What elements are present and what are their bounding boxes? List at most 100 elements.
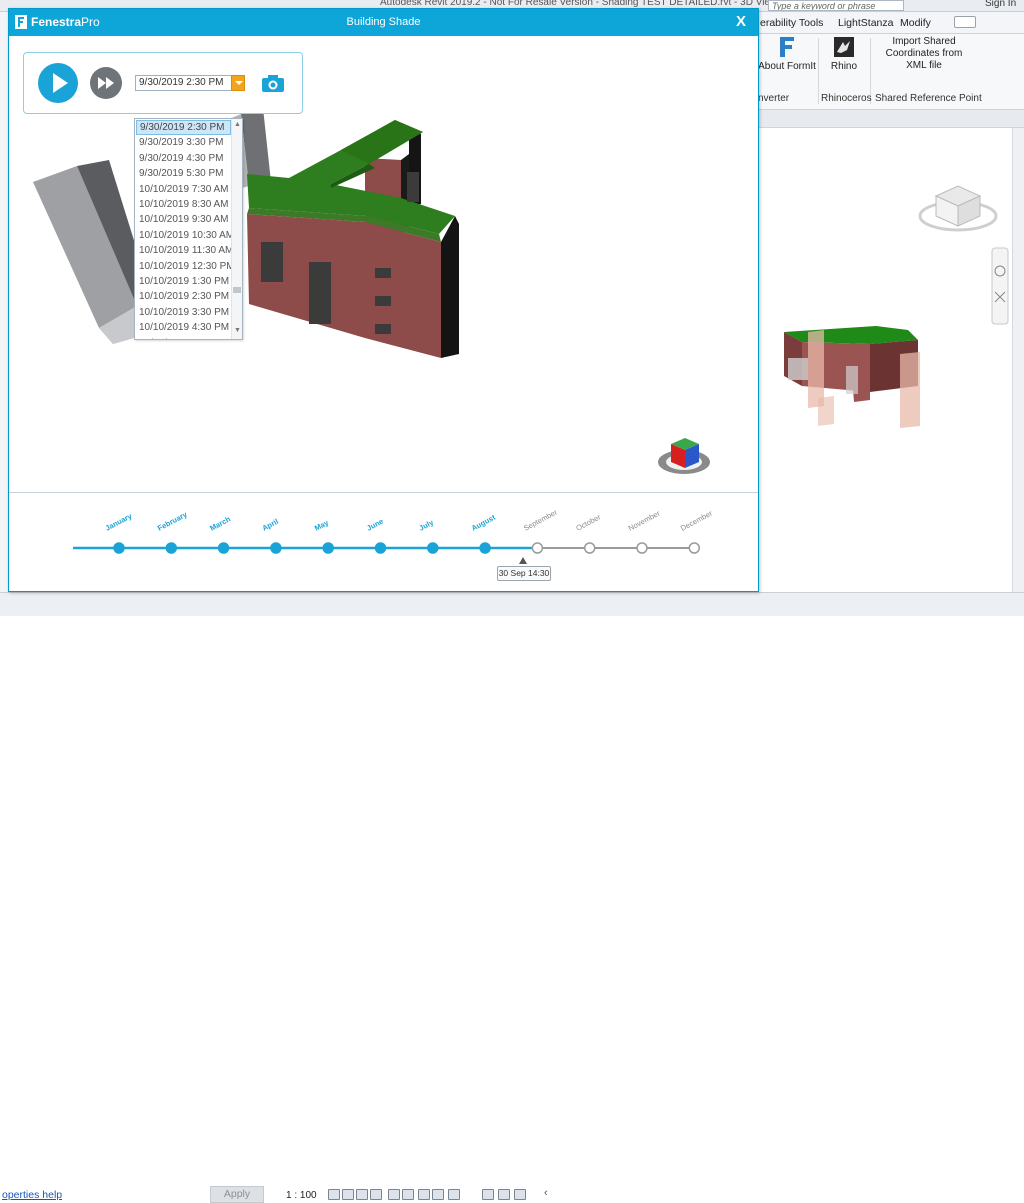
dropdown-option[interactable]: 9/30/2019 4:30 PM (136, 151, 231, 166)
window (375, 296, 391, 306)
timeline-month-label: August (470, 512, 497, 532)
revit-3d-viewport[interactable] (758, 130, 1012, 592)
timeline-month-node[interactable] (217, 542, 230, 554)
timeline-month-label: November (627, 508, 662, 532)
import-shared-coordinates-button[interactable]: Import Shared Coordinates from XML file (876, 36, 972, 72)
datetime-dropdown-list[interactable]: 9/30/2019 2:30 PM 9/30/2019 3:30 PM 9/30/2… (134, 118, 243, 340)
timeline-month-node[interactable] (374, 542, 387, 554)
dropdown-option[interactable]: 10/10/2019 2:30 PM (136, 289, 231, 304)
playback-control-panel: 9/30/2019 2:30 PM (23, 52, 303, 114)
timeline-month-node[interactable] (427, 542, 439, 554)
close-button[interactable]: X (731, 12, 751, 32)
timeline-month-node[interactable] (531, 542, 544, 554)
timeline-month-label: April (261, 517, 280, 533)
view-scale-label[interactable]: 1 : 100 (286, 1190, 317, 1201)
dialog-titlebar[interactable]: FenestraPro Building Shade X (9, 9, 758, 36)
contextual-dropdown-icon[interactable] (954, 16, 976, 28)
dropdown-option[interactable]: 9/30/2019 3:30 PM (136, 135, 231, 150)
reveal-hidden-icon[interactable] (482, 1189, 494, 1200)
dropdown-option[interactable]: 10/10/2019 1:30 PM (136, 274, 231, 289)
dropdown-option[interactable]: 10/10/2019 11:30 AM (136, 243, 233, 258)
dialog-title: Building Shade (346, 16, 421, 28)
window (261, 242, 283, 282)
revit-search-input[interactable]: Type a keyword or phrase (768, 0, 904, 11)
orientation-cube-icon[interactable] (658, 438, 710, 474)
dropdown-option[interactable]: 10/10/2019 3:30 PM (136, 305, 231, 320)
render-icon[interactable] (388, 1189, 400, 1200)
timeline-month-label: March (208, 514, 232, 533)
chevron-down-icon[interactable] (231, 75, 245, 91)
tab-interoperability-tools[interactable]: erability Tools (760, 17, 823, 29)
view-cube-icon[interactable] (918, 185, 998, 232)
dropdown-option[interactable]: 10/10/2019 4:30 PM (136, 320, 231, 335)
apply-button[interactable]: Apply (210, 1186, 264, 1203)
panel-converter-label: nverter (758, 93, 790, 104)
properties-help-link[interactable]: operties help (2, 1189, 62, 1201)
timeline-month-node[interactable] (636, 542, 648, 554)
panel-rhinoceros-label: Rhinoceros (821, 93, 872, 104)
timeline-tooltip: 30 Sep 14:30 (497, 566, 551, 581)
dropdown-scroll-thumb[interactable] (233, 287, 241, 293)
revit-window-title: Autodesk Revit 2019.2 - Not For Resale V… (380, 0, 803, 8)
sign-in-link[interactable]: Sign In (985, 0, 1016, 9)
lock-view-icon[interactable] (432, 1189, 444, 1200)
timeline-month-label: May (313, 518, 331, 533)
shadows-icon[interactable] (370, 1189, 382, 1200)
tab-modify[interactable]: Modify (900, 17, 931, 29)
revit-3d-view (784, 185, 1009, 428)
timeline-marker-caret (519, 557, 527, 564)
show-crop-icon[interactable] (418, 1189, 430, 1200)
timeline-track: January February March April May June July Augu… (73, 507, 714, 554)
chevron-up-icon[interactable]: ▲ (234, 121, 241, 128)
timeline-month-label: December (679, 508, 714, 532)
dropdown-option[interactable]: 10/10/2019 5:30 PM (136, 336, 231, 339)
play-button[interactable] (38, 63, 78, 103)
analytical-model-icon[interactable] (498, 1189, 510, 1200)
rhino-label: Rhino (830, 61, 858, 72)
timeline-month-label: October (574, 512, 602, 533)
dropdown-option[interactable]: 9/30/2019 5:30 PM (136, 166, 231, 181)
dropdown-option[interactable]: 10/10/2019 8:30 AM (136, 197, 231, 212)
dropdown-scrollbar[interactable]: ▲ ▼ (231, 119, 242, 339)
camera-button[interactable] (261, 73, 285, 93)
temp-hide-icon[interactable] (448, 1189, 460, 1200)
shade-building-model (247, 120, 459, 358)
building-shade-dialog: FenestraPro Building Shade X 9/30/2019 2… (8, 8, 759, 592)
chevron-left-icon[interactable]: ‹ (544, 1187, 548, 1199)
timeline-month-node[interactable] (113, 542, 125, 554)
dropdown-option[interactable]: 9/30/2019 2:30 PM (136, 120, 231, 135)
window (309, 262, 331, 324)
chevron-down-icon[interactable]: ▼ (234, 327, 241, 334)
datetime-select[interactable]: 9/30/2019 2:30 PM (135, 75, 245, 91)
dropdown-option[interactable]: 10/10/2019 12:30 PM (136, 259, 235, 274)
highlight-displacement-icon[interactable] (514, 1189, 526, 1200)
crop-view-icon[interactable] (402, 1189, 414, 1200)
timeline-month-node[interactable] (688, 542, 701, 554)
revit-vertical-scrollbar[interactable] (1012, 128, 1024, 594)
revit-building-model (784, 326, 920, 428)
timeline-month-node[interactable] (322, 542, 334, 554)
timeline-month-node[interactable] (270, 542, 282, 554)
tab-lightstanza[interactable]: LightStanza (838, 17, 893, 29)
panel-divider (818, 38, 819, 104)
revit-view-tabs (758, 110, 1024, 128)
visual-style-icon[interactable] (342, 1189, 354, 1200)
navigation-bar[interactable] (991, 247, 1009, 325)
timeline-month-node[interactable] (479, 542, 491, 554)
shade-3d-viewport[interactable]: 9/30/2019 2:30 PM 9/30/2019 2:30 PM 9/30/… (9, 36, 758, 492)
dropdown-option[interactable]: 10/10/2019 7:30 AM (136, 182, 231, 197)
datetime-select-value: 9/30/2019 2:30 PM (139, 77, 224, 88)
dropdown-option[interactable]: 10/10/2019 9:30 AM (136, 212, 231, 227)
dropdown-option[interactable]: 10/10/2019 10:30 AM (136, 228, 234, 243)
timeline-month-node[interactable] (165, 542, 178, 554)
timeline-month-node[interactable] (583, 542, 596, 554)
sun-path-icon[interactable] (356, 1189, 368, 1200)
timeline-month-label: July (418, 517, 436, 532)
detail-level-icon[interactable] (328, 1189, 340, 1200)
revit-status-bar: operties help Apply 1 : 100 ‹ (0, 592, 1024, 1203)
rhino-button[interactable]: Rhino (822, 36, 866, 72)
timeline-month-label: September (522, 507, 559, 532)
about-formit-button[interactable]: About FormIt (758, 36, 816, 72)
rhino-icon (834, 37, 854, 57)
fast-forward-button[interactable] (90, 67, 122, 99)
